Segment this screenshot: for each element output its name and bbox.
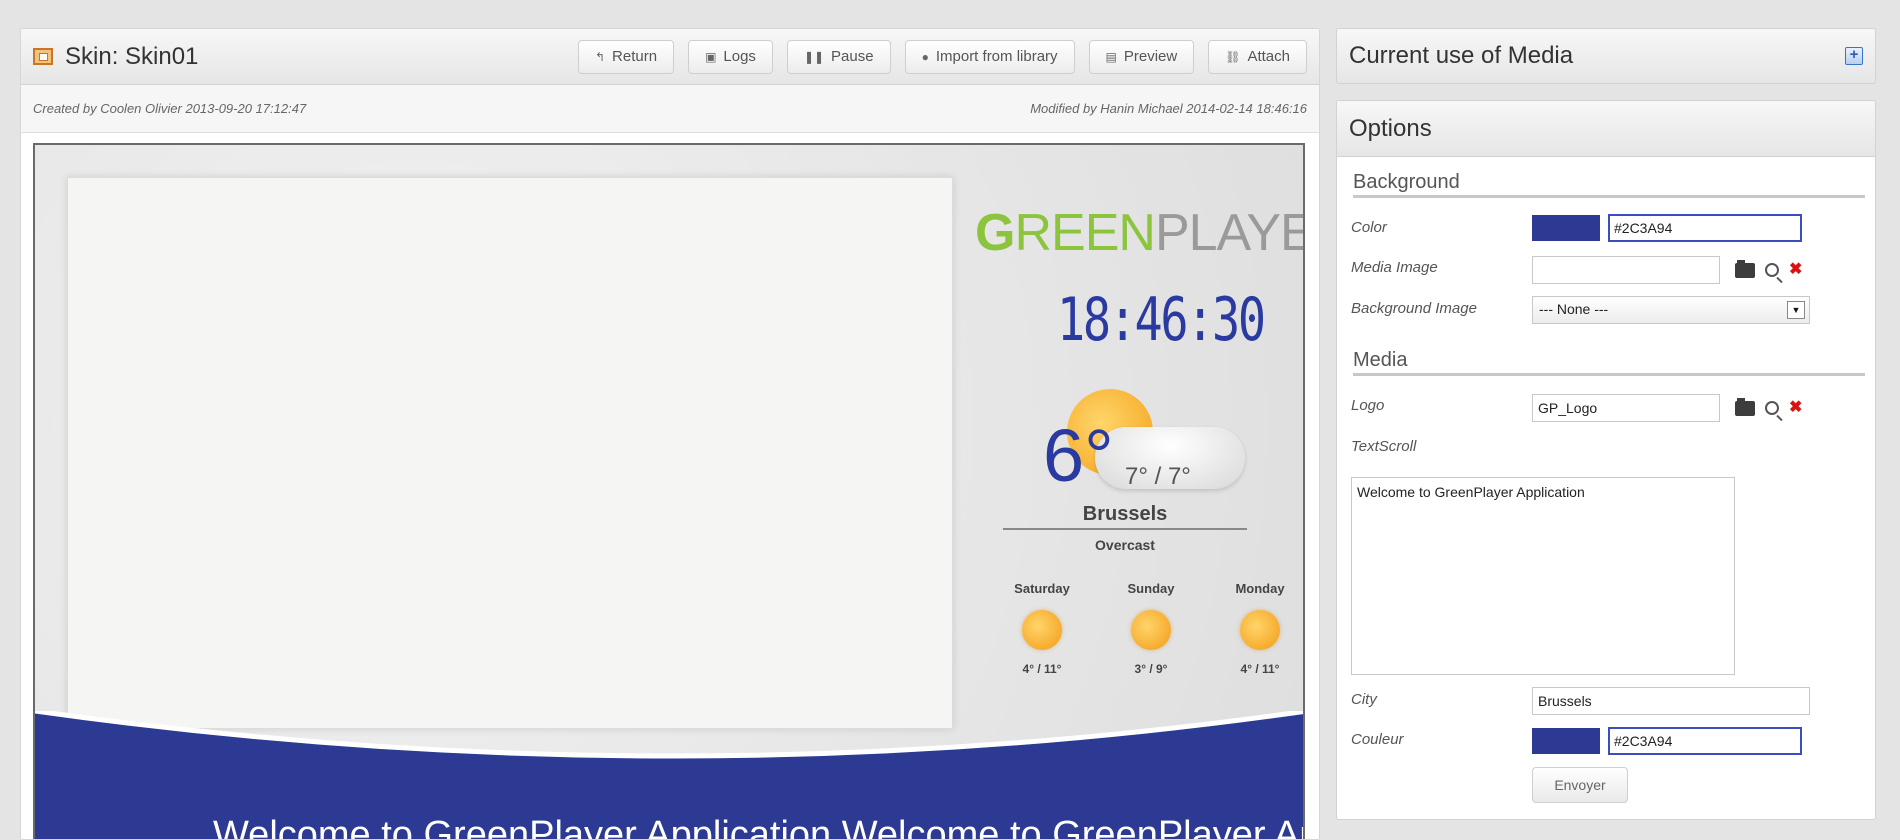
- expand-plus-icon[interactable]: +: [1845, 47, 1863, 65]
- skin-title: Skin: Skin01: [65, 42, 199, 70]
- forecast-monday: Monday 4° / 11°: [1215, 581, 1303, 676]
- logs-button[interactable]: ▣ Logs: [688, 39, 773, 74]
- forecast-day: Sunday: [1127, 581, 1175, 596]
- couleur-label: Couleur: [1351, 731, 1404, 748]
- forecast-range: 3° / 9°: [1134, 662, 1168, 676]
- media-usage-panel: Current use of Media +: [1336, 28, 1876, 84]
- attach-button[interactable]: ⛓ Attach: [1208, 39, 1307, 74]
- weather-city: Brussels: [1003, 503, 1247, 530]
- search-icon[interactable]: [1765, 401, 1779, 415]
- return-icon: ↰: [594, 49, 606, 64]
- ticker-text: Welcome to GreenPlayer Application Welco…: [213, 814, 1303, 840]
- pause-icon: ❚❚: [803, 49, 825, 64]
- skin-icon: [33, 48, 53, 65]
- options-panel: Options Background Color Media Image ✖ B…: [1336, 100, 1876, 820]
- logo-input[interactable]: [1532, 394, 1720, 422]
- options-header: Options: [1337, 101, 1875, 157]
- weather-condition: Overcast: [1095, 537, 1155, 553]
- attach-icon: ⛓: [1225, 49, 1241, 64]
- return-label: Return: [612, 48, 658, 65]
- pause-button[interactable]: ❚❚ Pause: [786, 39, 891, 74]
- meta-row: Created by Coolen Olivier 2013-09-20 17:…: [21, 85, 1319, 133]
- preview-label: Preview: [1123, 48, 1178, 65]
- import-label: Import from library: [935, 48, 1058, 65]
- import-icon: ●: [921, 49, 929, 64]
- forecast-range: 4° / 11°: [1240, 662, 1280, 676]
- delete-icon[interactable]: ✖: [1789, 400, 1802, 416]
- current-temperature: 6°: [1043, 414, 1114, 497]
- import-button[interactable]: ● Import from library: [904, 39, 1075, 74]
- preview-wrap: GREENPLAYER 18:46:30 6° 7° / 7° Brussels…: [21, 133, 1319, 840]
- sun-icon: [1022, 610, 1062, 650]
- skin-header: Skin: Skin01 ↰ Return ▣ Logs ❚❚ Pause ● …: [21, 29, 1319, 85]
- color-input[interactable]: [1608, 214, 1802, 242]
- media-usage-title: Current use of Media: [1349, 42, 1574, 69]
- background-section-title: Background: [1353, 171, 1865, 198]
- logo-actions: ✖: [1735, 397, 1802, 416]
- background-image-label: Background Image: [1351, 300, 1477, 317]
- couleur-input[interactable]: [1608, 727, 1802, 755]
- sun-icon: [1131, 610, 1171, 650]
- delete-icon[interactable]: ✖: [1789, 262, 1802, 278]
- folder-icon[interactable]: [1735, 259, 1755, 278]
- folder-icon[interactable]: [1735, 397, 1755, 416]
- sun-icon: [1240, 610, 1280, 650]
- forecast-range: 4° / 11°: [1022, 662, 1062, 676]
- envoyer-button[interactable]: Envoyer: [1532, 767, 1628, 803]
- options-title: Options: [1349, 114, 1432, 142]
- color-label: Color: [1351, 219, 1387, 236]
- return-button[interactable]: ↰ Return: [577, 39, 675, 74]
- logo-player: PLAYER: [1154, 204, 1303, 262]
- preview-icon: ▤: [1105, 49, 1117, 64]
- forecast-saturday: Saturday 4° / 11°: [997, 581, 1087, 676]
- background-image-value: --- None ---: [1539, 301, 1609, 317]
- color-swatch[interactable]: [1532, 215, 1600, 241]
- textscroll-textarea[interactable]: Welcome to GreenPlayer Application: [1351, 477, 1735, 675]
- media-image-input[interactable]: [1532, 256, 1720, 284]
- search-icon[interactable]: [1765, 263, 1779, 277]
- skin-preview: GREENPLAYER 18:46:30 6° 7° / 7° Brussels…: [33, 143, 1305, 840]
- media-image-actions: ✖: [1735, 259, 1802, 278]
- media-image-label: Media Image: [1351, 259, 1438, 276]
- logs-icon: ▣: [705, 49, 717, 64]
- created-info: Created by Coolen Olivier 2013-09-20 17:…: [33, 101, 307, 116]
- content-area: [67, 177, 953, 729]
- couleur-swatch[interactable]: [1532, 728, 1600, 754]
- skin-panel: Skin: Skin01 ↰ Return ▣ Logs ❚❚ Pause ● …: [20, 28, 1320, 840]
- forecast-day: Saturday: [1014, 581, 1070, 596]
- pause-label: Pause: [831, 48, 874, 65]
- textscroll-label: TextScroll: [1351, 438, 1417, 455]
- logo-reen: REEN: [1014, 204, 1155, 262]
- forecast-day: Monday: [1235, 581, 1285, 596]
- media-section-title: Media: [1353, 349, 1865, 376]
- greenplayer-logo: GREENPLAYER: [975, 203, 1303, 263]
- preview-button[interactable]: ▤ Preview: [1088, 39, 1195, 74]
- forecast-sunday: Sunday 3° / 9°: [1106, 581, 1196, 676]
- dropdown-arrow-icon: ▼: [1787, 301, 1805, 319]
- logo-g: G: [975, 204, 1015, 262]
- clock-display: 18:46:30: [1057, 285, 1266, 355]
- background-image-select[interactable]: --- None --- ▼: [1532, 296, 1810, 324]
- temperature-range: 7° / 7°: [1125, 463, 1191, 490]
- logo-label: Logo: [1351, 397, 1385, 414]
- city-input[interactable]: [1532, 687, 1810, 715]
- attach-label: Attach: [1247, 48, 1290, 65]
- logs-label: Logs: [723, 48, 756, 65]
- city-label: City: [1351, 691, 1377, 708]
- modified-info: Modified by Hanin Michael 2014-02-14 18:…: [1030, 101, 1307, 116]
- toolbar: ↰ Return ▣ Logs ❚❚ Pause ● Import from l…: [577, 39, 1307, 74]
